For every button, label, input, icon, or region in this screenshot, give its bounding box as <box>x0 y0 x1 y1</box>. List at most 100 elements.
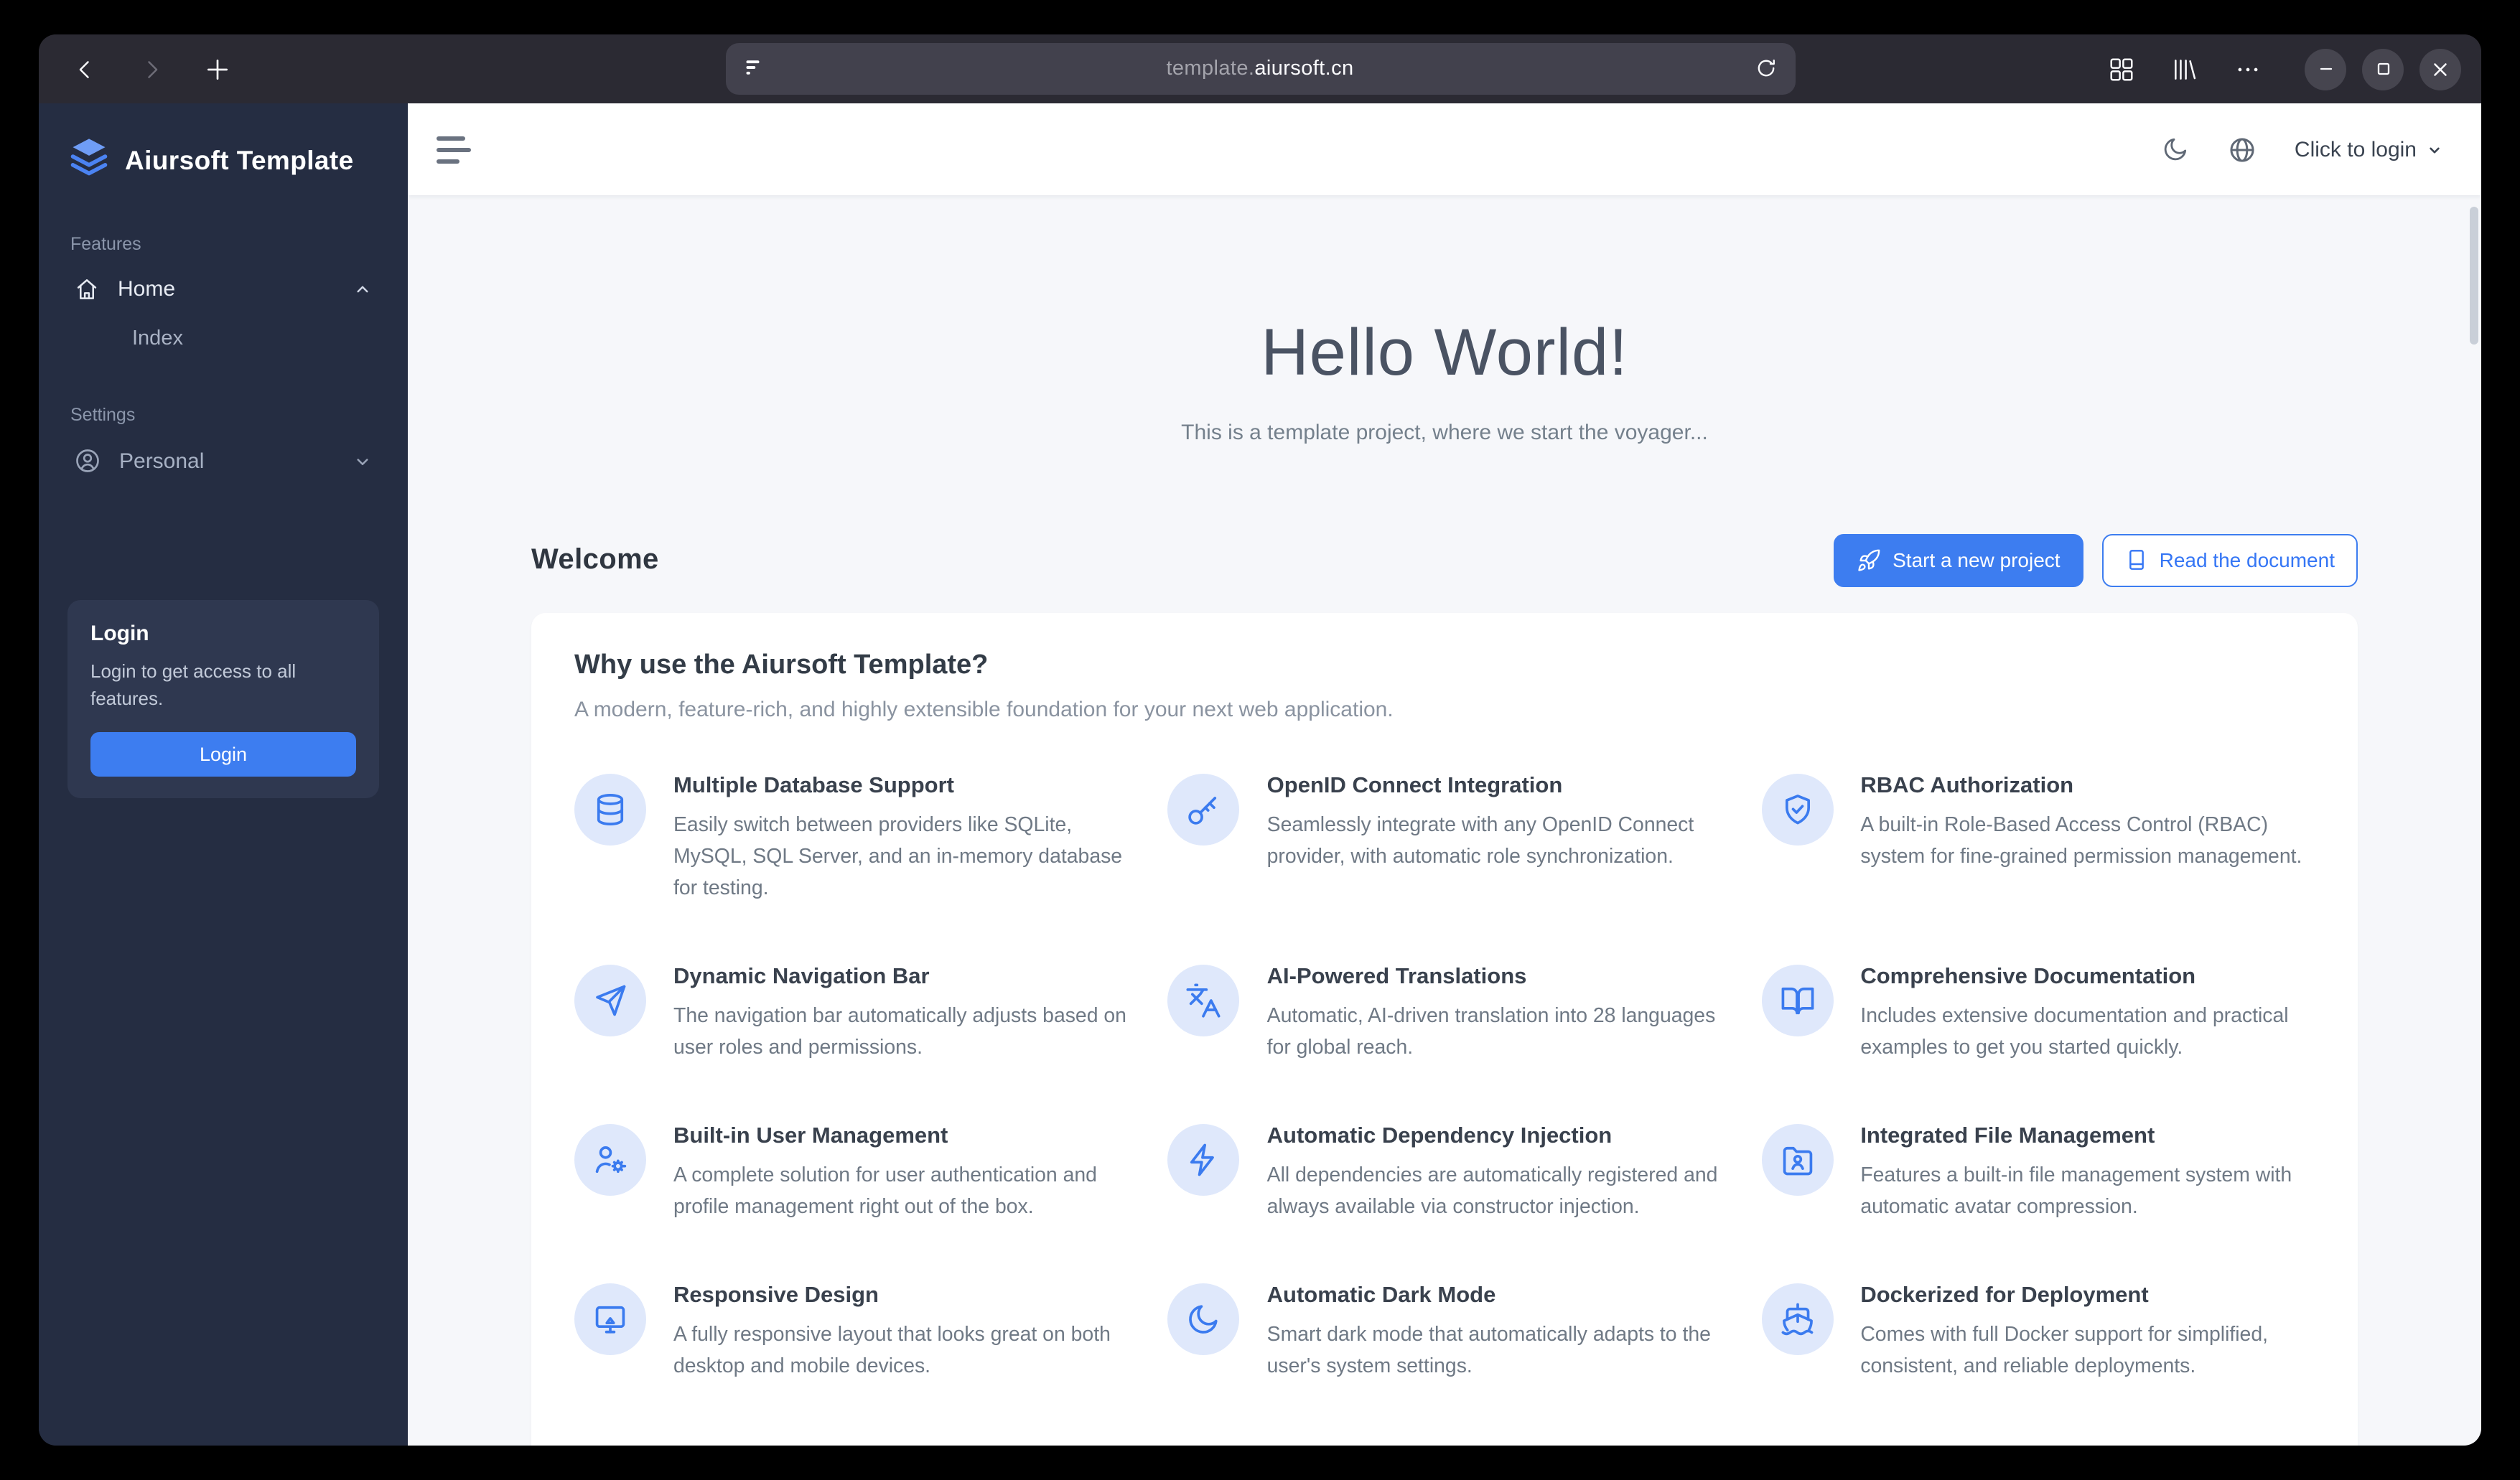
feature-description: Easily switch between providers like SQL… <box>673 813 1123 900</box>
maximize-button[interactable] <box>2362 48 2404 90</box>
back-icon[interactable] <box>70 55 99 83</box>
start-button-label: Start a new project <box>1893 548 2061 572</box>
feature-description: Features a built-in file management syst… <box>1860 1163 2292 1219</box>
browser-window: template.aiursoft.cn Aiursoft Template F… <box>39 34 2481 1446</box>
features-card: Why use the Aiursoft Template? A modern,… <box>531 612 2358 1446</box>
person-circle-icon <box>76 449 99 472</box>
browser-chrome: template.aiursoft.cn <box>39 34 2481 103</box>
feature-title: Integrated File Management <box>1860 1123 2155 1148</box>
feature-title: Dynamic Navigation Bar <box>673 964 930 989</box>
feature-title: Comprehensive Documentation <box>1860 964 2196 989</box>
book-icon <box>2129 550 2144 571</box>
reload-icon[interactable] <box>1753 56 1778 80</box>
welcome-title: Welcome <box>531 543 659 576</box>
feature-title: Automatic Dark Mode <box>1266 1283 1496 1308</box>
feature-item: Built-in User Management A complete solu… <box>574 1120 1128 1222</box>
minimize-button[interactable] <box>2305 48 2346 90</box>
reader-list-icon[interactable] <box>742 55 768 80</box>
moon-icon <box>2164 138 2186 161</box>
feature-description: Includes extensive documentation and pra… <box>1860 1004 2289 1059</box>
ship-icon <box>1761 1283 1834 1355</box>
feature-item: Responsive Design A fully responsive lay… <box>574 1280 1128 1382</box>
book-open-icon <box>1761 964 1834 1036</box>
feature-item: Automatic Dependency Injection All depen… <box>1167 1120 1722 1222</box>
feature-title: Dockerized for Deployment <box>1860 1283 2149 1308</box>
scrollbar-thumb[interactable] <box>2470 207 2478 345</box>
feature-item: AI-Powered Translations Automatic, AI-dr… <box>1167 961 1722 1063</box>
globe-icon <box>2230 137 2254 161</box>
sidebar-section-settings: Settings <box>70 405 136 425</box>
shield-check-icon <box>1761 773 1834 846</box>
screenshot-stage: template.aiursoft.cn Aiursoft Template F… <box>0 0 2520 1480</box>
sidebar-item-label: Personal <box>119 449 205 473</box>
close-button[interactable] <box>2419 48 2461 90</box>
monitor-icon <box>574 1283 646 1355</box>
page-header: Click to login <box>408 103 2481 195</box>
feature-item: Integrated File Management Features a bu… <box>1761 1120 2315 1222</box>
forward-icon[interactable] <box>136 55 165 83</box>
feature-description: A fully responsive layout that looks gre… <box>673 1323 1111 1378</box>
folder-user-icon <box>1761 1123 1834 1196</box>
send-icon <box>574 964 646 1036</box>
url-domain: aiursoft.cn <box>1254 57 1354 80</box>
url-bar[interactable]: template.aiursoft.cn <box>725 43 1795 95</box>
feature-item: Multiple Database Support Easily switch … <box>574 770 1128 904</box>
login-card-title: Login <box>90 622 149 646</box>
feature-item: RBAC Authorization A built-in Role-Based… <box>1761 770 2315 904</box>
feature-title: RBAC Authorization <box>1860 773 2074 798</box>
sidebar: Aiursoft Template Features Home Index Se… <box>39 103 408 1446</box>
library-icon[interactable] <box>2170 55 2198 83</box>
feature-description: A built-in Role-Based Access Control (RB… <box>1860 813 2302 868</box>
feature-description: All dependencies are automatically regis… <box>1266 1163 1718 1219</box>
hamburger-menu-icon[interactable] <box>437 136 471 163</box>
sidebar-item-index[interactable]: Index <box>67 316 379 362</box>
hero-subtitle: This is a template project, where we sta… <box>1181 420 1708 445</box>
feature-item: Dynamic Navigation Bar The navigation ba… <box>574 961 1128 1063</box>
sidebar-section-features: Features <box>70 234 141 254</box>
layers-logo-icon <box>67 135 111 185</box>
start-new-project-button[interactable]: Start a new project <box>1834 533 2083 587</box>
page-content: Aiursoft Template Features Home Index Se… <box>39 103 2481 1446</box>
extensions-grid-icon[interactable] <box>2106 55 2135 83</box>
feature-item: Comprehensive Documentation Includes ext… <box>1761 961 2315 1063</box>
language-toggle[interactable] <box>2227 134 2257 164</box>
sidebar-item-home[interactable]: Home <box>67 263 379 316</box>
feature-description: Smart dark mode that automatically adapt… <box>1266 1323 1711 1378</box>
feature-description: The navigation bar automatically adjusts… <box>673 1004 1126 1059</box>
zap-icon <box>1167 1123 1240 1196</box>
login-button[interactable]: Login <box>90 731 356 777</box>
feature-description: A complete solution for user authenticat… <box>673 1163 1097 1219</box>
logo-text: Aiursoft Template <box>125 144 354 174</box>
caret-down-icon <box>2430 146 2440 153</box>
sidebar-item-label: Home <box>118 277 176 301</box>
url-text: template.aiursoft.cn <box>1166 57 1353 80</box>
menu-ellipsis-icon[interactable] <box>2233 55 2262 83</box>
dark-mode-toggle[interactable] <box>2161 135 2190 164</box>
feature-description: Seamlessly integrate with any OpenID Con… <box>1266 813 1694 868</box>
main-area: Click to login Hello World! This is a te… <box>408 103 2481 1446</box>
feature-item: OpenID Connect Integration Seamlessly in… <box>1167 770 1722 904</box>
features-card-title: Why use the Aiursoft Template? <box>574 650 989 680</box>
login-dropdown[interactable]: Click to login <box>2295 137 2444 161</box>
feature-item: Dockerized for Deployment Comes with ful… <box>1761 1280 2315 1382</box>
url-prefix: template. <box>1166 57 1255 80</box>
login-card-description: Login to get access to all features. <box>90 660 297 709</box>
hero-section: Hello World! This is a template project,… <box>408 316 2481 444</box>
key-icon <box>1167 773 1240 846</box>
feature-title: Automatic Dependency Injection <box>1266 1123 1613 1148</box>
logo[interactable]: Aiursoft Template <box>67 135 379 185</box>
read-button-label: Read the document <box>2159 548 2335 572</box>
scroll-area: Hello World! This is a template project,… <box>408 195 2481 1446</box>
feature-item: Automatic Dark Mode Smart dark mode that… <box>1167 1280 1722 1382</box>
rocket-icon <box>1858 548 1880 571</box>
sidebar-item-personal[interactable]: Personal <box>67 434 379 488</box>
feature-title: Responsive Design <box>673 1283 879 1308</box>
feature-title: OpenID Connect Integration <box>1266 773 1563 798</box>
user-gear-icon <box>574 1123 646 1196</box>
login-dropdown-label: Click to login <box>2294 137 2417 161</box>
new-tab-icon[interactable] <box>202 55 231 83</box>
features-grid: Multiple Database Support Easily switch … <box>574 770 2315 1382</box>
read-document-button[interactable]: Read the document <box>2101 533 2358 587</box>
languages-icon <box>1167 964 1240 1036</box>
hero-title: Hello World! <box>1261 314 1628 389</box>
